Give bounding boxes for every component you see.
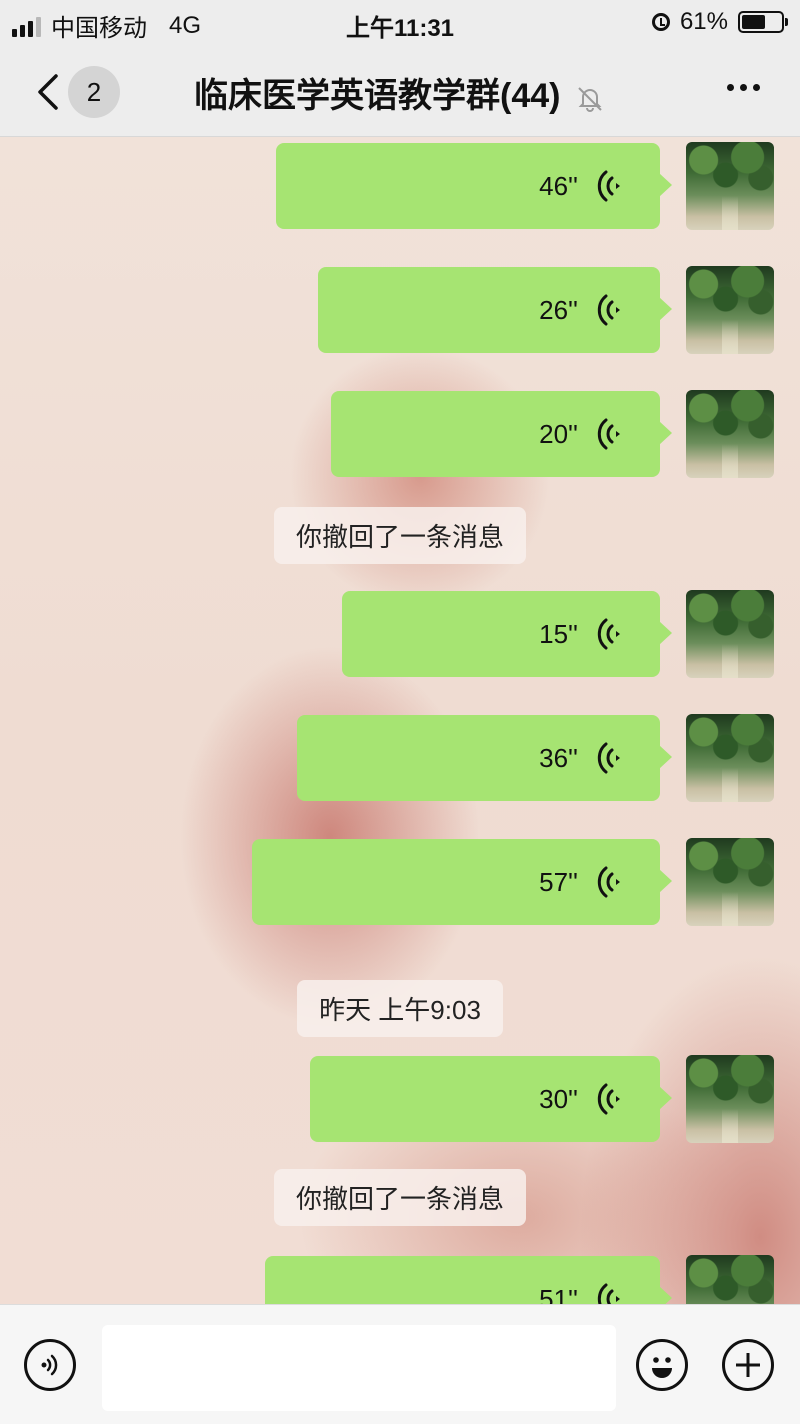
avatar[interactable] <box>686 266 774 354</box>
voice-duration: 15'' <box>539 618 578 649</box>
voice-bubble[interactable]: 15'' <box>342 591 672 677</box>
system-notice: 你撤回了一条消息 <box>0 1169 800 1226</box>
system-notice-text: 你撤回了一条消息 <box>273 507 526 564</box>
voice-duration: 26'' <box>539 294 578 325</box>
voice-bubble[interactable]: 36'' <box>297 715 672 801</box>
voice-playback-icon <box>597 1083 620 1115</box>
voice-input-icon <box>41 1354 58 1376</box>
voice-duration: 30'' <box>539 1083 578 1114</box>
voice-bubble[interactable]: 20'' <box>331 391 672 477</box>
input-bar <box>0 1304 800 1424</box>
voice-duration: 20'' <box>539 418 578 449</box>
battery-percent: 61% <box>679 8 728 35</box>
more-options-button[interactable] <box>727 84 760 91</box>
message-input[interactable] <box>102 1325 616 1411</box>
voice-duration: 36'' <box>539 742 578 773</box>
system-notice: 昨天 上午9:03 <box>0 980 800 1037</box>
voice-message[interactable]: 20'' <box>331 390 774 478</box>
emoji-button[interactable] <box>636 1339 688 1391</box>
system-notice-text: 你撤回了一条消息 <box>273 1169 526 1226</box>
voice-bubble[interactable]: 30'' <box>310 1056 672 1142</box>
avatar[interactable] <box>686 1255 774 1304</box>
chat-title: 临床医学英语教学群(44) <box>194 77 561 115</box>
voice-playback-icon <box>597 742 620 774</box>
voice-playback-icon <box>597 170 620 202</box>
system-notice: 你撤回了一条消息 <box>0 507 800 564</box>
avatar[interactable] <box>686 838 774 926</box>
avatar[interactable] <box>686 142 774 230</box>
voice-playback-icon <box>597 418 620 450</box>
emoji-icon <box>652 1357 672 1378</box>
voice-message[interactable]: 26'' <box>318 266 774 354</box>
voice-playback-icon <box>597 866 620 898</box>
more-icon <box>727 84 734 91</box>
voice-message[interactable]: 57'' <box>252 838 774 926</box>
voice-message[interactable]: 51'' <box>265 1255 774 1305</box>
voice-bubble[interactable]: 51'' <box>265 1256 672 1305</box>
system-notice-text: 昨天 上午9:03 <box>297 980 503 1037</box>
voice-duration: 57'' <box>539 866 578 897</box>
voice-input-button[interactable] <box>24 1339 76 1391</box>
message-list[interactable]: 46'' 26'' 20'' 你撤回了一条消息 15'' 36'' 57'' 昨天 上午9:0… <box>0 137 800 1304</box>
voice-message[interactable]: 36'' <box>297 714 774 802</box>
avatar[interactable] <box>686 714 774 802</box>
bell-muted-icon <box>578 87 602 112</box>
plus-icon <box>736 1353 760 1377</box>
voice-bubble[interactable]: 26'' <box>318 267 672 353</box>
voice-playback-icon <box>597 618 620 650</box>
alarm-icon <box>651 13 670 31</box>
voice-duration: 51'' <box>539 1283 578 1305</box>
voice-duration: 46'' <box>539 170 578 201</box>
avatar[interactable] <box>686 1055 774 1143</box>
voice-message[interactable]: 46'' <box>276 142 774 230</box>
voice-message[interactable]: 15'' <box>342 590 774 678</box>
status-bar: 中国移动 4G 上午11:31 61% <box>0 0 800 48</box>
voice-bubble[interactable]: 57'' <box>252 839 672 925</box>
avatar[interactable] <box>686 590 774 678</box>
chat-header: 2 临床医学英语教学群(44) <box>0 48 800 137</box>
voice-bubble[interactable]: 46'' <box>276 143 672 229</box>
avatar[interactable] <box>686 390 774 478</box>
plus-button[interactable] <box>722 1339 774 1391</box>
voice-playback-icon <box>597 294 620 326</box>
battery-icon <box>738 11 788 33</box>
clock: 上午11:31 <box>345 15 455 42</box>
voice-playback-icon <box>597 1283 620 1304</box>
voice-message[interactable]: 30'' <box>310 1055 774 1143</box>
